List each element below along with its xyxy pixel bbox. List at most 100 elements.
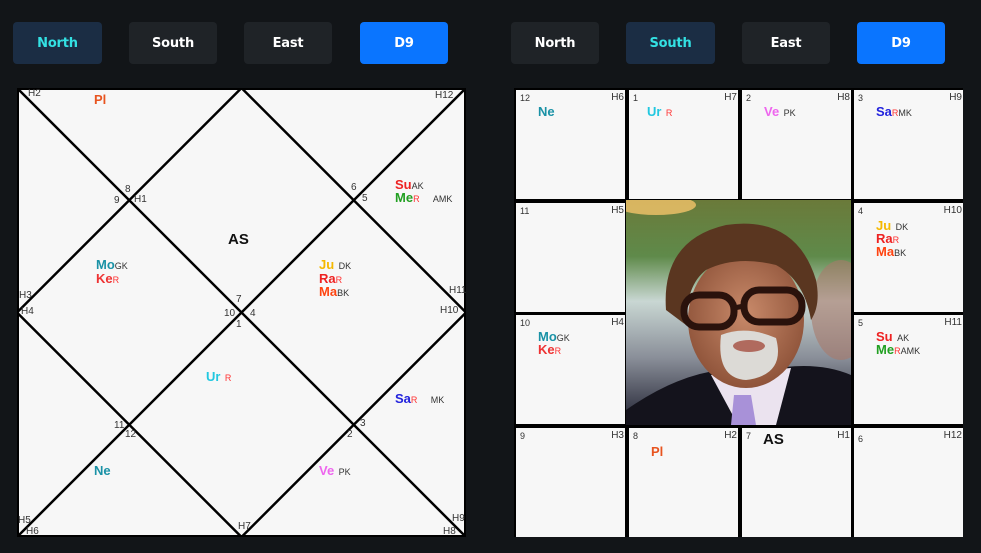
- planet-mercury[interactable]: MeR AMK: [395, 190, 452, 206]
- house-label: H9: [452, 513, 465, 524]
- south-chart-tab[interactable]: South: [626, 22, 715, 64]
- sign-number: 5: [362, 193, 368, 204]
- chart-cell[interactable]: 12 H6 Ne: [516, 90, 625, 199]
- chart-cell[interactable]: 3 H9 SaRMK: [854, 90, 963, 199]
- planet-mars[interactable]: MaBK: [876, 245, 908, 259]
- chart-cell[interactable]: 9 H3: [516, 428, 625, 537]
- karaka-label: PK: [783, 108, 796, 118]
- house-label: H12: [943, 430, 962, 441]
- sign-number: 3: [858, 93, 864, 103]
- planet-neptune[interactable]: Ne: [538, 104, 555, 119]
- house-label: H1: [837, 430, 850, 441]
- chart-cell[interactable]: 2 H8 Ve PK: [742, 90, 851, 199]
- sign-number: 8: [125, 184, 131, 195]
- north-chart-tab[interactable]: North: [511, 22, 599, 64]
- sign-number: 9: [114, 195, 120, 206]
- d9-button[interactable]: D9: [857, 22, 945, 64]
- chart-cell[interactable]: 5 H11 Su AK MeRAMK: [854, 315, 963, 424]
- house-label: H6: [26, 526, 39, 537]
- planet-venus[interactable]: Ve PK: [764, 104, 796, 119]
- planet-ketu[interactable]: KeR: [538, 343, 570, 357]
- house-label: H7: [724, 92, 737, 103]
- sign-number: 7: [746, 431, 752, 441]
- house-label: H2: [724, 430, 737, 441]
- karaka-label: AMK: [900, 346, 921, 356]
- sign-number: 1: [236, 319, 242, 330]
- retrograde-flag: R: [410, 395, 418, 405]
- planet-uranus[interactable]: Ur R: [647, 105, 673, 119]
- planet-venus[interactable]: Ve PK: [319, 463, 351, 479]
- planet-ketu[interactable]: KeR: [96, 271, 119, 287]
- planet-abbr: Ke: [96, 271, 113, 286]
- house-label: H11: [449, 285, 467, 296]
- house-label: H8: [837, 92, 850, 103]
- planet-abbr: Me: [876, 342, 895, 357]
- chart-cell[interactable]: 6 H12: [854, 428, 963, 537]
- karaka-label: MK: [898, 108, 912, 118]
- chart-cell[interactable]: 8 H2 Pl: [629, 428, 738, 537]
- house-label: H5: [611, 205, 624, 216]
- ascendant-label: AS: [228, 231, 249, 248]
- sign-number: 10: [520, 318, 531, 328]
- retrograde-flag: R: [554, 346, 562, 356]
- retrograde-flag: R: [413, 194, 420, 204]
- chart-cell[interactable]: 10 H4 MoGK KeR: [516, 315, 625, 424]
- planet-pluto[interactable]: Pl: [651, 444, 664, 459]
- karaka-label: GK: [556, 333, 570, 343]
- planet-saturn[interactable]: SaRMK: [876, 105, 912, 119]
- planet-neptune[interactable]: Ne: [94, 463, 111, 479]
- karaka-label: MK: [430, 395, 445, 405]
- sign-number: 10: [224, 308, 236, 319]
- house-label: H6: [611, 92, 624, 103]
- house-label: H2: [28, 88, 41, 99]
- karaka-label: BK: [337, 288, 350, 298]
- east-chart-tab[interactable]: East: [244, 22, 332, 64]
- sign-number: 8: [633, 431, 639, 441]
- sign-number: 9: [520, 431, 526, 441]
- planet-mars[interactable]: MaBK: [319, 284, 349, 300]
- planet-abbr: Me: [395, 190, 414, 205]
- house-label: H3: [611, 430, 624, 441]
- north-indian-chart: H2 H12 H1 H3 H4 H11 H10 H5 H6 H7 H8 H9 8…: [17, 88, 467, 537]
- karaka-label: GK: [114, 261, 128, 271]
- house-label: H8: [443, 526, 456, 537]
- karaka-label: AMK: [432, 194, 453, 204]
- chart-cell[interactable]: 11 H5: [516, 203, 625, 312]
- planet-abbr: Pl: [94, 92, 107, 107]
- retrograde-flag: R: [665, 108, 673, 118]
- native-photo: [626, 200, 851, 425]
- retrograde-flag: R: [224, 373, 232, 383]
- east-chart-tab[interactable]: East: [742, 22, 830, 64]
- sign-number: 1: [633, 93, 639, 103]
- sign-number: 6: [351, 182, 357, 193]
- planet-saturn[interactable]: SaR MK: [395, 391, 444, 407]
- karaka-label: BK: [894, 248, 907, 258]
- sign-number: 7: [236, 294, 242, 305]
- south-indian-chart: 12 H6 Ne 1 H7 Ur R 2 H8 Ve PK 3 H9 SaRMK…: [514, 88, 963, 537]
- sign-number: 2: [746, 93, 752, 103]
- house-label: H5: [18, 515, 31, 526]
- north-chart-tab[interactable]: North: [13, 22, 102, 64]
- chart-cell[interactable]: 4 H10 Ju DK RaR MaBK: [854, 203, 963, 312]
- karaka-label: DK: [895, 222, 909, 232]
- chart-cell[interactable]: 1 H7 Ur R: [629, 90, 738, 199]
- house-label: H12: [435, 90, 454, 101]
- planet-abbr: Ne: [94, 463, 111, 478]
- d9-button[interactable]: D9: [360, 22, 448, 64]
- planet-pluto[interactable]: Pl: [94, 92, 106, 108]
- planet-mercury[interactable]: MeRAMK: [876, 342, 921, 357]
- planet-abbr: Ve: [764, 104, 780, 119]
- planet-abbr: Pl: [651, 444, 664, 459]
- planet-uranus[interactable]: Ur R: [206, 369, 231, 385]
- karaka-label: PK: [338, 467, 351, 477]
- planet-abbr: Ne: [538, 104, 555, 119]
- chart-cell[interactable]: 7 H1 AS: [742, 428, 851, 537]
- planet-abbr: Ur: [206, 369, 221, 384]
- portrait-image: [626, 200, 851, 425]
- house-label: H10: [440, 305, 459, 316]
- planet-abbr: Mo: [96, 257, 115, 272]
- sign-number: 2: [347, 429, 353, 440]
- house-label: H11: [944, 317, 962, 328]
- south-chart-tab[interactable]: South: [129, 22, 217, 64]
- sign-number: 4: [858, 206, 864, 216]
